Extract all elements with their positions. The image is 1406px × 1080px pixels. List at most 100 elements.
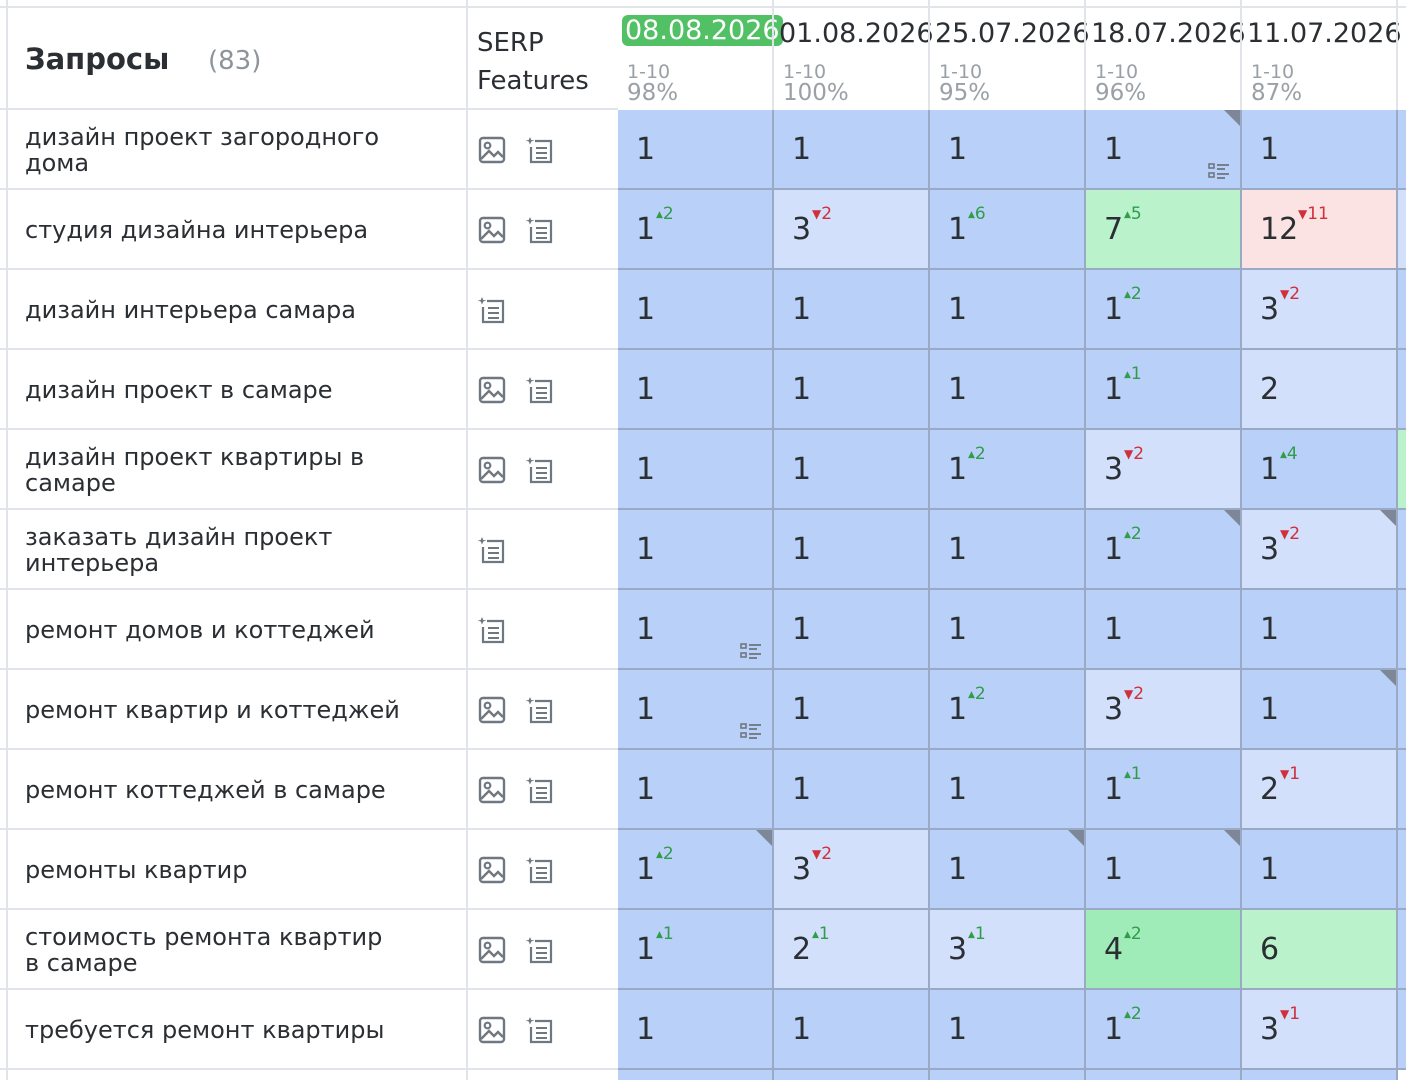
note-corner-marker[interactable]: [1224, 830, 1240, 846]
position-cell[interactable]: 3 ▼2: [1242, 510, 1398, 590]
position-cell[interactable]: 1: [930, 750, 1086, 830]
position-cell[interactable]: 1: [930, 270, 1086, 350]
position-cell[interactable]: 3 ▲1: [930, 910, 1086, 990]
position-cell[interactable]: 1: [1242, 670, 1398, 750]
position-cell[interactable]: 6: [1242, 910, 1398, 990]
position-cell[interactable]: 1: [1086, 830, 1242, 910]
position-cell[interactable]: 1: [774, 510, 930, 590]
note-corner-marker[interactable]: [1224, 110, 1240, 126]
position-cell[interactable]: 1 ▲2: [930, 670, 1086, 750]
position-cell[interactable]: 1: [1086, 110, 1242, 190]
position-cell[interactable]: 3 ▼2: [774, 830, 930, 910]
position-cell[interactable]: 1 ▲1: [1086, 350, 1242, 430]
position-cell[interactable]: 1: [618, 990, 774, 1070]
position-cell[interactable]: 1: [774, 750, 930, 830]
position-cell[interactable]: 1 ▲1: [618, 910, 774, 990]
position-cell[interactable]: 1: [930, 590, 1086, 670]
position-value: 3: [1104, 692, 1124, 727]
position-cell[interactable]: 1 ▲2: [1086, 510, 1242, 590]
position-cell[interactable]: 3 ▼2: [1242, 270, 1398, 350]
query-text[interactable]: дизайн проект загородного дома: [25, 124, 395, 176]
position-cell[interactable]: 1: [930, 510, 1086, 590]
position-value: 1: [948, 372, 968, 407]
position-cell[interactable]: 1: [1086, 590, 1242, 670]
position-cell[interactable]: 1: [930, 110, 1086, 190]
arrow-up-icon: ▲: [968, 930, 975, 940]
position-cell[interactable]: 1 ▲2: [1086, 990, 1242, 1070]
position-cell[interactable]: 1: [618, 590, 774, 670]
row-divider: [0, 268, 618, 270]
date-column-3[interactable]: 18.07.2026 1-10 96%: [1086, 0, 1246, 108]
position-cell[interactable]: 2 ▼1: [1242, 750, 1398, 830]
position-cell[interactable]: 1 ▲1: [1086, 750, 1242, 830]
position-cell[interactable]: 1: [774, 430, 930, 510]
position-cell[interactable]: 1: [774, 270, 930, 350]
position-cell[interactable]: 1: [930, 990, 1086, 1070]
date-label[interactable]: 08.08.2026: [622, 15, 783, 46]
position-cell[interactable]: 1: [774, 110, 930, 190]
date-label[interactable]: 18.07.2026: [1091, 18, 1246, 49]
position-cell[interactable]: 1 ▲2: [1086, 270, 1242, 350]
date-label[interactable]: 11.07.2026: [1247, 18, 1402, 49]
query-text[interactable]: заказать дизайн проект интерьера: [25, 524, 395, 576]
date-label[interactable]: 25.07.2026: [935, 18, 1090, 49]
date-label[interactable]: 01.08.2026: [779, 18, 934, 49]
query-text[interactable]: ремонты квартир: [25, 857, 455, 883]
query-text[interactable]: дизайн проект квартиры в самаре: [25, 444, 395, 496]
position-value: 1: [792, 452, 812, 487]
position-value: 3: [1260, 1012, 1280, 1047]
position-cell[interactable]: 1: [930, 350, 1086, 430]
note-corner-marker[interactable]: [1224, 510, 1240, 526]
note-corner-marker[interactable]: [1380, 670, 1396, 686]
arrow-down-icon: ▼: [812, 847, 822, 861]
arrow-down-icon: ▼: [1298, 207, 1308, 221]
query-text[interactable]: требуется ремонт квартиры: [25, 1017, 455, 1043]
position-cell[interactable]: 1: [1242, 110, 1398, 190]
position-cell[interactable]: 3 ▼1: [1242, 990, 1398, 1070]
query-text[interactable]: студия дизайна интерьера: [25, 217, 455, 243]
position-cell[interactable]: 1: [774, 990, 930, 1070]
position-cell[interactable]: 1 ▲4: [1242, 430, 1398, 510]
position-cell[interactable]: 3 ▼2: [1086, 430, 1242, 510]
position-value: 1: [636, 932, 656, 967]
position-cell[interactable]: 2 ▲1: [774, 910, 930, 990]
position-cell[interactable]: 1: [618, 110, 774, 190]
row-divider: [0, 988, 618, 990]
position-cell[interactable]: 1: [618, 430, 774, 510]
position-cell[interactable]: 7 ▲5: [1086, 190, 1242, 270]
position-cell[interactable]: 1: [618, 350, 774, 430]
date-column-0[interactable]: 08.08.2026 1-10 98%: [618, 0, 783, 108]
position-cell[interactable]: 1: [930, 830, 1086, 910]
position-cell[interactable]: 1: [1242, 830, 1398, 910]
position-cell[interactable]: 1: [618, 510, 774, 590]
query-text[interactable]: ремонт квартир и коттеджей: [25, 697, 455, 723]
position-cell[interactable]: 1: [774, 670, 930, 750]
position-cell[interactable]: 4 ▲2: [1086, 910, 1242, 990]
date-column-1[interactable]: 01.08.2026 1-10 100%: [774, 0, 934, 108]
query-text[interactable]: дизайн проект в самаре: [25, 377, 455, 403]
position-cell[interactable]: 1: [774, 350, 930, 430]
position-cell[interactable]: 1 ▲2: [618, 830, 774, 910]
position-cell[interactable]: 2: [1242, 350, 1398, 430]
position-cell[interactable]: 1 ▲6: [930, 190, 1086, 270]
note-corner-marker[interactable]: [1068, 830, 1084, 846]
note-corner-marker[interactable]: [1380, 510, 1396, 526]
query-text[interactable]: ремонт домов и коттеджей: [25, 617, 455, 643]
position-cell[interactable]: 1: [1242, 590, 1398, 670]
position-cell[interactable]: 12 ▼11: [1242, 190, 1398, 270]
query-text[interactable]: ремонт коттеджей в самаре: [25, 777, 455, 803]
query-text[interactable]: стоимость ремонта квартир в самаре: [25, 924, 395, 976]
snippet-icon: [525, 455, 555, 485]
position-cell[interactable]: 1: [618, 750, 774, 830]
note-corner-marker[interactable]: [756, 830, 772, 846]
date-column-2[interactable]: 25.07.2026 1-10 95%: [930, 0, 1090, 108]
position-cell[interactable]: 1 ▲2: [930, 430, 1086, 510]
position-cell[interactable]: 3 ▼2: [774, 190, 930, 270]
position-cell[interactable]: 3 ▼2: [1086, 670, 1242, 750]
position-cell[interactable]: 1: [774, 590, 930, 670]
position-cell[interactable]: 1: [618, 270, 774, 350]
position-cell[interactable]: 1: [618, 670, 774, 750]
query-text[interactable]: дизайн интерьера самара: [25, 297, 455, 323]
date-column-4[interactable]: 11.07.2026 1-10 87%: [1242, 0, 1402, 108]
position-cell[interactable]: 1 ▲2: [618, 190, 774, 270]
